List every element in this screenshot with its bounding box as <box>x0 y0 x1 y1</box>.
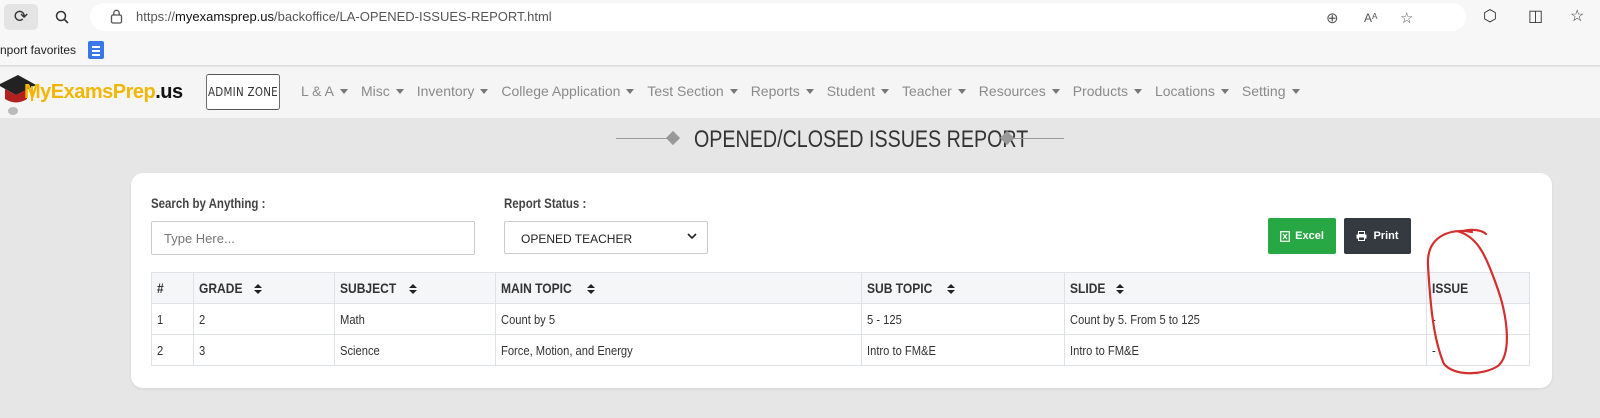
caret-down-icon <box>626 89 635 94</box>
sort-icon[interactable] <box>253 284 263 294</box>
address-bar[interactable]: https://myexamsprep.us/backoffice/LA-OPE… <box>90 3 1466 31</box>
cell-main-topic: Force, Motion, and Energy <box>494 334 863 366</box>
logo-suffix-text: .us <box>155 81 183 103</box>
nav-item-locations[interactable]: Locations <box>1155 83 1229 99</box>
nav-item-misc[interactable]: Misc <box>361 83 404 99</box>
excel-button[interactable]: Excel <box>1268 218 1336 254</box>
site-logo[interactable]: MyExamsPrep.us <box>0 71 183 117</box>
cell-number: 2 <box>151 334 194 366</box>
report-status-select[interactable]: OPENED TEACHER <box>504 221 708 254</box>
google-docs-icon[interactable] <box>88 41 104 59</box>
browser-toolbar: ⟳ https://myexamsprep.us/backoffice/LA-O… <box>0 0 1600 35</box>
favorite-star-icon[interactable]: ☆ <box>1400 9 1413 27</box>
nav-item-products[interactable]: Products <box>1073 83 1142 99</box>
cell-slide: Count by 5. From 5 to 125 <box>1064 303 1428 335</box>
nav-item-resources[interactable]: Resources <box>979 83 1060 99</box>
column-header-sub-topic[interactable]: SUB TOPIC <box>861 272 1066 304</box>
nav-item-la[interactable]: L & A <box>301 83 348 99</box>
search-icon[interactable] <box>45 4 79 30</box>
table-row[interactable]: 1 2 Math Count by 5 5 - 125 Count by 5. … <box>151 303 1530 335</box>
caret-down-icon <box>729 89 738 94</box>
nav-item-test-section[interactable]: Test Section <box>647 83 738 99</box>
printer-icon <box>1356 231 1367 241</box>
caret-down-icon <box>480 89 489 94</box>
report-card: Search by Anything : Report Status : OPE… <box>131 173 1552 388</box>
table-row[interactable]: 2 3 Science Force, Motion, and Energy In… <box>151 334 1530 366</box>
cell-sub-topic: Intro to FM&E <box>861 334 1066 366</box>
site-navbar: MyExamsPrep.us ADMIN ZONE L & A Misc Inv… <box>0 67 1600 118</box>
sort-icon[interactable] <box>586 284 596 294</box>
file-excel-icon <box>1280 230 1291 242</box>
cell-sub-topic: 5 - 125 <box>861 303 1066 335</box>
annotation-circle <box>1426 228 1508 375</box>
caret-down-icon <box>1051 89 1060 94</box>
caret-down-icon <box>805 89 814 94</box>
cell-grade: 3 <box>192 334 335 366</box>
issues-table: # GRADE SUBJECT MAIN TOPIC SUB TOPIC SLI… <box>151 272 1530 366</box>
caret-down-icon <box>395 89 404 94</box>
nav-item-student[interactable]: Student <box>827 83 889 99</box>
caret-down-icon <box>957 89 966 94</box>
search-input[interactable] <box>151 221 475 255</box>
caret-down-icon <box>339 89 348 94</box>
title-divider-left <box>616 138 668 139</box>
sort-icon[interactable] <box>947 284 956 294</box>
column-header-number: # <box>151 272 194 304</box>
search-label: Search by Anything : <box>151 195 266 211</box>
title-divider-right <box>1012 138 1064 139</box>
cell-slide: Intro to FM&E <box>1064 334 1428 366</box>
page-title-block: OPENED/CLOSED ISSUES REPORT <box>616 124 1066 154</box>
column-header-grade[interactable]: GRADE <box>192 272 335 304</box>
url-text: https://myexamsprep.us/backoffice/LA-OPE… <box>136 9 552 24</box>
nav-item-college-application[interactable]: College Application <box>501 83 635 99</box>
split-screen-icon[interactable]: ◫ <box>1528 6 1543 26</box>
nav-item-reports[interactable]: Reports <box>751 83 814 99</box>
report-status-label: Report Status : <box>504 195 587 211</box>
cell-subject: Science <box>333 334 496 366</box>
favorites-bar: nport favorites <box>0 35 1600 66</box>
nav-item-inventory[interactable]: Inventory <box>417 83 489 99</box>
nav-item-setting[interactable]: Setting <box>1242 83 1300 99</box>
sort-icon[interactable] <box>409 284 418 294</box>
favorites-label[interactable]: nport favorites <box>0 43 76 57</box>
cell-subject: Math <box>333 303 496 335</box>
cell-main-topic: Count by 5 <box>494 303 863 335</box>
column-header-slide[interactable]: SLIDE <box>1064 272 1428 304</box>
column-header-subject[interactable]: SUBJECT <box>333 272 496 304</box>
caret-down-icon <box>880 89 889 94</box>
read-aloud-icon[interactable]: Aᴬ <box>1364 11 1377 25</box>
logo-main-text: MyExamsPrep <box>24 81 156 103</box>
column-header-main-topic[interactable]: MAIN TOPIC <box>494 272 863 304</box>
lock-icon <box>110 9 123 24</box>
main-nav-menu: L & A Misc Inventory College Application… <box>301 83 1313 99</box>
caret-down-icon <box>1133 89 1142 94</box>
caret-down-icon <box>1291 89 1300 94</box>
cell-grade: 2 <box>192 303 335 335</box>
chevron-down-icon <box>687 231 697 243</box>
nav-item-teacher[interactable]: Teacher <box>902 83 966 99</box>
cell-number: 1 <box>151 303 194 335</box>
refresh-icon[interactable]: ⟳ <box>4 4 38 30</box>
sort-icon[interactable] <box>1115 284 1125 294</box>
extensions-icon[interactable]: ⬡ <box>1483 6 1497 26</box>
caret-down-icon <box>1220 89 1229 94</box>
admin-zone-button[interactable]: ADMIN ZONE <box>206 74 280 110</box>
zoom-icon[interactable]: ⊕ <box>1326 9 1339 27</box>
favorites-icon[interactable]: ☆ <box>1570 6 1584 26</box>
diamond-icon <box>665 130 681 146</box>
table-header-row: # GRADE SUBJECT MAIN TOPIC SUB TOPIC SLI… <box>151 272 1530 304</box>
page-title: OPENED/CLOSED ISSUES REPORT <box>694 126 1029 153</box>
print-button[interactable]: Print <box>1344 218 1411 254</box>
